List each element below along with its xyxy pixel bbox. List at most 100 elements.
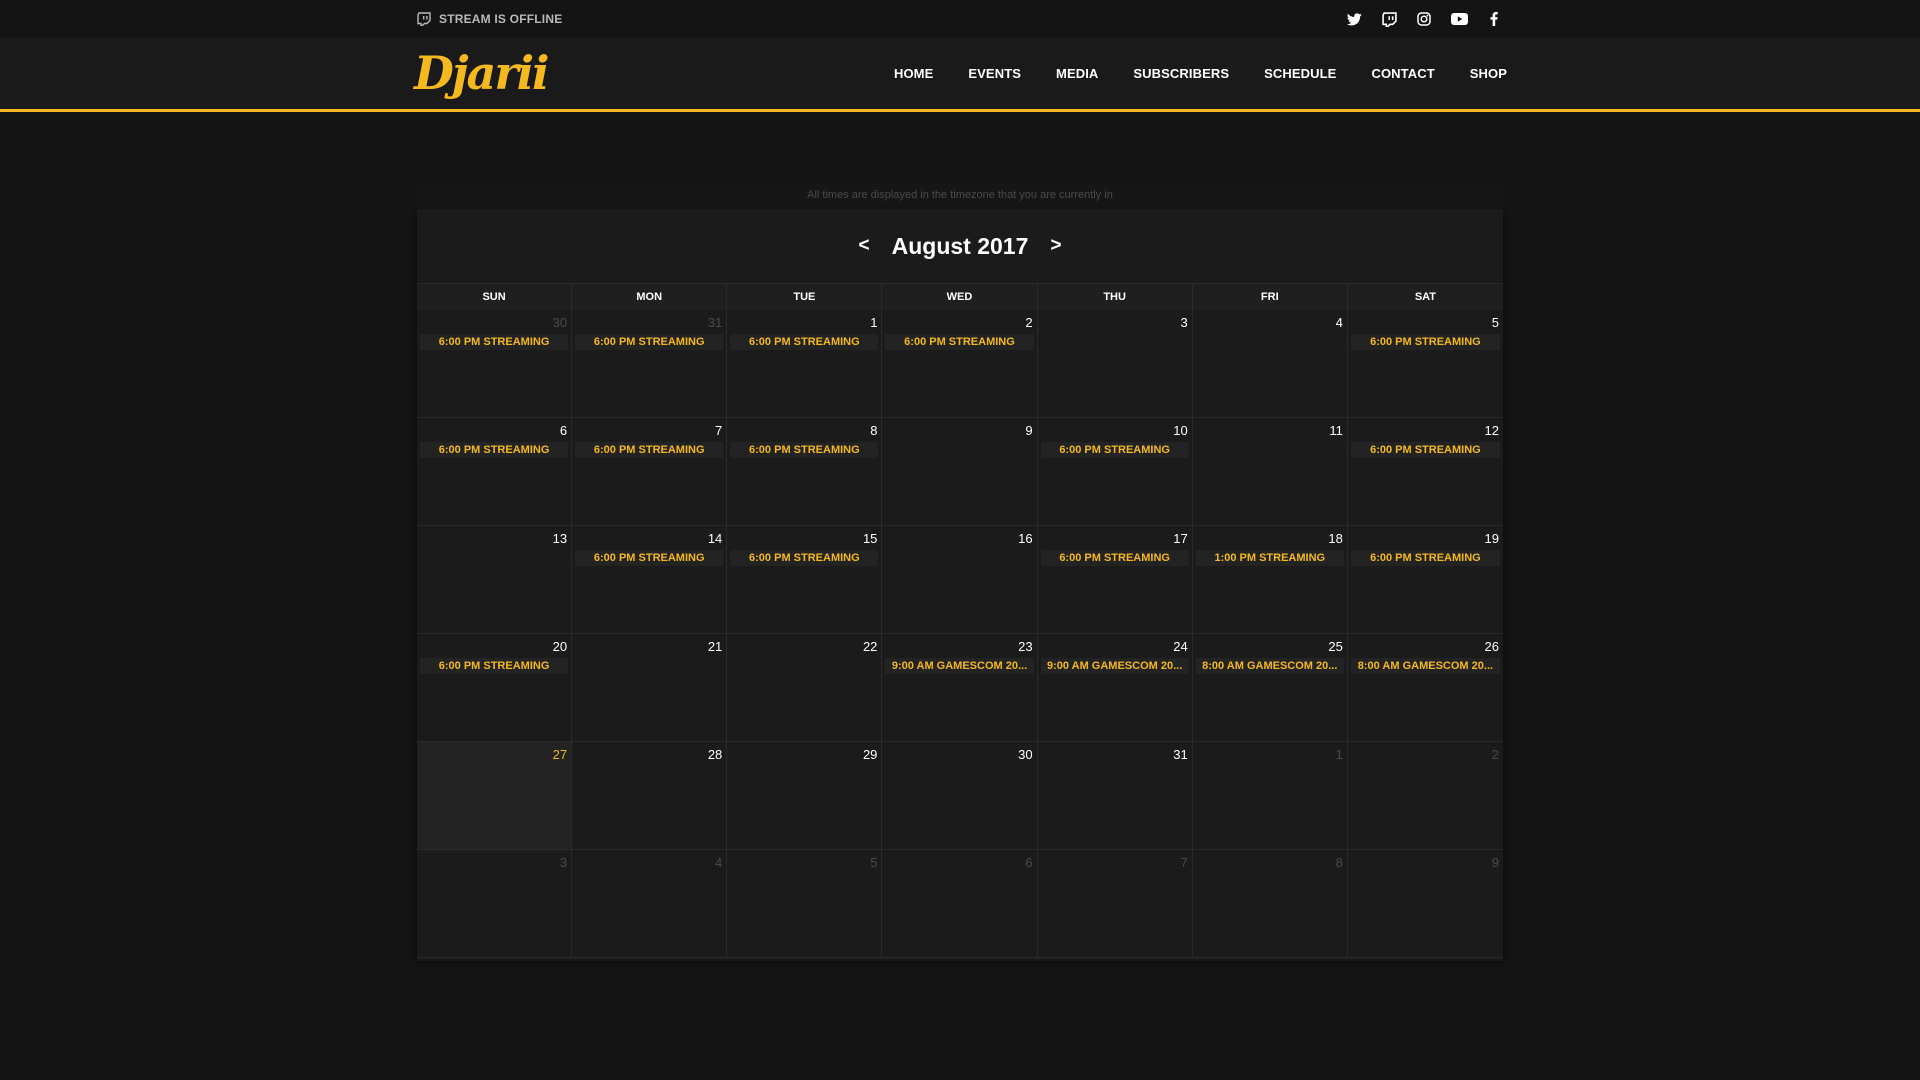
twitch-icon[interactable] <box>1380 10 1398 28</box>
calendar-day[interactable]: 1 <box>1192 742 1348 850</box>
day-number: 5 <box>1491 315 1499 330</box>
calendar-day[interactable]: 31 <box>1037 742 1193 850</box>
calendar-event[interactable]: 6:00 PM STREAMING <box>1040 550 1189 566</box>
calendar-day[interactable]: 27 <box>417 742 573 850</box>
calendar-day[interactable]: 12 6:00 PM STREAMING <box>1347 418 1503 526</box>
day-number: 4 <box>715 855 723 870</box>
calendar-day[interactable]: 5 <box>727 850 883 958</box>
calendar-event[interactable]: 1:00 PM STREAMING <box>1195 550 1344 566</box>
day-number: 6 <box>1025 855 1033 870</box>
calendar-event[interactable]: 9:00 AM GAMESCOM 20... <box>1040 658 1189 674</box>
day-number: 28 <box>707 747 723 762</box>
calendar-day[interactable]: 1 6:00 PM STREAMING <box>727 310 883 418</box>
calendar-day[interactable]: 13 <box>417 526 573 634</box>
day-number: 9 <box>1491 855 1499 870</box>
nav-contact[interactable]: CONTACT <box>1371 66 1434 81</box>
weekday-sun: SUN <box>417 284 573 311</box>
nav-schedule[interactable]: SCHEDULE <box>1264 66 1336 81</box>
calendar-day[interactable]: 6 <box>882 850 1038 958</box>
calendar-day[interactable]: 2 <box>1347 742 1503 850</box>
calendar-event[interactable]: 9:00 AM GAMESCOM 20... <box>885 658 1034 674</box>
calendar-day[interactable]: 25 8:00 AM GAMESCOM 20... <box>1192 634 1348 742</box>
calendar-day[interactable]: 20 6:00 PM STREAMING <box>417 634 573 742</box>
next-month-button[interactable]: > <box>1050 235 1061 257</box>
calendar-event[interactable]: 6:00 PM STREAMING <box>730 334 879 350</box>
calendar-event[interactable]: 6:00 PM STREAMING <box>1040 442 1189 458</box>
social-links <box>1345 10 1503 28</box>
calendar-event[interactable]: 6:00 PM STREAMING <box>730 442 879 458</box>
nav-home[interactable]: HOME <box>894 66 933 81</box>
stream-status: STREAM IS OFFLINE <box>417 11 562 27</box>
calendar-day[interactable]: 16 <box>882 526 1038 634</box>
calendar-event[interactable]: 6:00 PM STREAMING <box>1350 334 1500 350</box>
calendar-day[interactable]: 15 6:00 PM STREAMING <box>727 526 883 634</box>
calendar-event[interactable]: 8:00 AM GAMESCOM 20... <box>1195 658 1344 674</box>
day-number: 2 <box>1025 315 1033 330</box>
day-number: 16 <box>1018 531 1033 546</box>
calendar-day[interactable]: 17 6:00 PM STREAMING <box>1037 526 1193 634</box>
nav-media[interactable]: MEDIA <box>1056 66 1098 81</box>
calendar-day[interactable]: 31 6:00 PM STREAMING <box>572 310 728 418</box>
calendar-day[interactable]: 7 6:00 PM STREAMING <box>572 418 728 526</box>
calendar-day[interactable]: 7 <box>1037 850 1193 958</box>
instagram-icon[interactable] <box>1415 10 1433 28</box>
calendar-day[interactable]: 23 9:00 AM GAMESCOM 20... <box>882 634 1038 742</box>
calendar-day[interactable]: 14 6:00 PM STREAMING <box>572 526 728 634</box>
calendar-event[interactable]: 6:00 PM STREAMING <box>420 442 569 458</box>
day-number: 19 <box>1484 531 1499 546</box>
calendar-day[interactable]: 6 6:00 PM STREAMING <box>417 418 573 526</box>
calendar-day[interactable]: 4 <box>572 850 728 958</box>
calendar-day[interactable]: 18 1:00 PM STREAMING <box>1192 526 1348 634</box>
calendar-day[interactable]: 24 9:00 AM GAMESCOM 20... <box>1037 634 1193 742</box>
day-number: 8 <box>870 423 878 438</box>
day-number: 8 <box>1335 855 1343 870</box>
day-number: 12 <box>1484 423 1499 438</box>
calendar-event[interactable]: 6:00 PM STREAMING <box>1350 550 1500 566</box>
calendar-day[interactable]: 11 <box>1192 418 1348 526</box>
day-number: 18 <box>1328 531 1343 546</box>
calendar-day[interactable]: 30 6:00 PM STREAMING <box>417 310 573 418</box>
day-number: 11 <box>1329 423 1343 438</box>
day-number: 31 <box>707 315 723 330</box>
calendar-day[interactable]: 4 <box>1192 310 1348 418</box>
calendar-day[interactable]: 19 6:00 PM STREAMING <box>1347 526 1503 634</box>
site-logo[interactable]: Djarii <box>414 43 550 103</box>
calendar-event[interactable]: 6:00 PM STREAMING <box>575 334 724 350</box>
calendar-day[interactable]: 5 6:00 PM STREAMING <box>1347 310 1503 418</box>
nav-events[interactable]: EVENTS <box>968 66 1021 81</box>
calendar-day[interactable]: 26 8:00 AM GAMESCOM 20... <box>1347 634 1503 742</box>
calendar-day[interactable]: 8 6:00 PM STREAMING <box>727 418 883 526</box>
day-number: 7 <box>1180 855 1188 870</box>
calendar-day[interactable]: 2 6:00 PM STREAMING <box>882 310 1038 418</box>
day-number: 25 <box>1328 639 1343 654</box>
site-header: Djarii HOME EVENTS MEDIA SUBSCRIBERS SCH… <box>0 37 1920 112</box>
calendar-day[interactable]: 29 <box>727 742 883 850</box>
facebook-icon[interactable] <box>1485 10 1503 28</box>
youtube-icon[interactable] <box>1450 10 1468 28</box>
calendar-event[interactable]: 6:00 PM STREAMING <box>420 658 569 674</box>
twitter-icon[interactable] <box>1345 10 1363 28</box>
calendar-day[interactable]: 9 <box>1347 850 1503 958</box>
calendar-event[interactable]: 8:00 AM GAMESCOM 20... <box>1350 658 1500 674</box>
calendar-day[interactable]: 22 <box>727 634 883 742</box>
calendar-event[interactable]: 6:00 PM STREAMING <box>885 334 1034 350</box>
day-number: 30 <box>552 315 568 330</box>
calendar-day[interactable]: 28 <box>572 742 728 850</box>
calendar-event[interactable]: 6:00 PM STREAMING <box>575 442 724 458</box>
nav-shop[interactable]: SHOP <box>1470 66 1507 81</box>
calendar-day[interactable]: 30 <box>882 742 1038 850</box>
calendar-event[interactable]: 6:00 PM STREAMING <box>420 334 569 350</box>
calendar-event[interactable]: 6:00 PM STREAMING <box>730 550 879 566</box>
prev-month-button[interactable]: < <box>859 235 870 257</box>
day-number: 23 <box>1018 639 1033 654</box>
calendar-day[interactable]: 3 <box>417 850 573 958</box>
main-nav: HOME EVENTS MEDIA SUBSCRIBERS SCHEDULE C… <box>894 37 1507 109</box>
calendar-event[interactable]: 6:00 PM STREAMING <box>575 550 724 566</box>
calendar-day[interactable]: 8 <box>1192 850 1348 958</box>
calendar-event[interactable]: 6:00 PM STREAMING <box>1350 442 1500 458</box>
calendar-day[interactable]: 3 <box>1037 310 1193 418</box>
calendar-day[interactable]: 21 <box>572 634 728 742</box>
calendar-day[interactable]: 10 6:00 PM STREAMING <box>1037 418 1193 526</box>
calendar-day[interactable]: 9 <box>882 418 1038 526</box>
nav-subscribers[interactable]: SUBSCRIBERS <box>1133 66 1229 81</box>
